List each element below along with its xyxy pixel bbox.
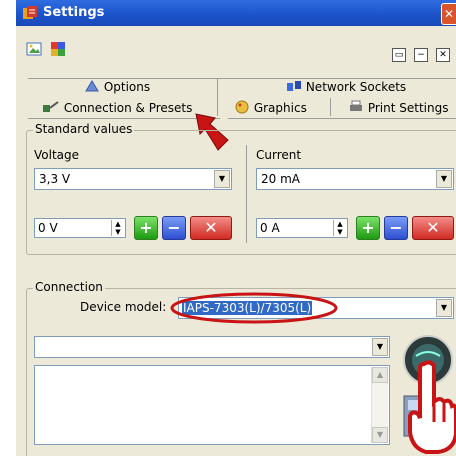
voltage-combo-value: 3,3 V [39,172,71,186]
image-icon[interactable] [26,41,42,57]
log-scrollbar[interactable]: ▲ ▼ [371,367,388,443]
close-pane-icon[interactable]: ✕ [436,48,450,62]
add-current-button[interactable]: + [356,216,380,240]
chevron-down-icon[interactable]: ▼ [372,338,388,356]
connection-label: Connection [33,280,105,294]
options-icon [85,80,99,92]
tab-connection-presets[interactable]: Connection & Presets [42,100,192,115]
voltage-label: Voltage [34,148,80,162]
chevron-down-icon[interactable]: ▼ [436,299,452,317]
current-combo[interactable]: 20 mA ▼ [256,168,454,190]
chevron-down-icon[interactable]: ▼ [214,170,230,188]
settings-window: Settings ✕ ▭ − ✕ Options Network Sockets… [16,0,456,456]
spinner-arrows-icon[interactable]: ▲ ▼ [333,220,346,236]
delete-voltage-button[interactable]: ✕ [190,216,232,240]
tab-print-settings[interactable]: Print Settings [348,100,448,115]
toolbar: ▭ − ✕ [16,38,456,62]
group-divider [246,145,247,243]
voltage-combo[interactable]: 3,3 V ▼ [34,168,232,190]
tab-divider [228,118,456,119]
title-bar[interactable]: Settings ✕ [16,0,456,26]
tab-network-sockets-label: Network Sockets [305,80,407,94]
spinner-arrows-icon[interactable]: ▲ ▼ [111,220,124,236]
current-preset-value: 0 A [260,221,280,235]
scroll-down-icon[interactable]: ▼ [372,427,388,443]
add-voltage-button[interactable]: + [134,216,158,240]
tab-network-sockets[interactable]: Network Sockets [286,79,406,94]
close-button[interactable]: ✕ [441,3,456,25]
chevron-down-icon[interactable]: ▼ [436,170,452,188]
window-title: Settings [43,5,105,20]
remove-voltage-button[interactable]: − [162,216,186,240]
annotation-ellipse [170,292,338,324]
tab-connection-presets-label: Connection & Presets [63,101,193,115]
remove-current-button[interactable]: − [384,216,408,240]
print-icon [350,100,362,111]
hand-pointer-icon [408,360,456,454]
delete-current-button[interactable]: ✕ [412,216,454,240]
standard-values-label: Standard values [33,122,135,136]
tab-options[interactable]: Options [84,79,150,94]
scroll-up-icon[interactable]: ▲ [372,367,388,383]
voltage-preset-value: 0 V [38,221,58,235]
tab-graphics-label: Graphics [253,101,307,115]
connection-secondary-combo[interactable]: ▼ [34,336,390,358]
device-model-label: Device model: [80,300,167,314]
tab-options-label: Options [103,80,151,94]
tab-separator [330,98,331,116]
connection-log-area[interactable]: ▲ ▼ [34,365,390,445]
tile-icon[interactable]: ▭ [392,48,406,62]
network-sockets-icon [287,81,301,91]
current-label: Current [256,148,302,162]
current-preset-spinner[interactable]: 0 A ▲ ▼ [256,218,348,238]
palette-icon[interactable] [50,41,66,57]
current-combo-value: 20 mA [261,172,300,186]
connection-icon [43,101,59,112]
settings-app-icon [23,6,37,19]
minimize-icon[interactable]: − [414,48,428,62]
voltage-preset-spinner[interactable]: 0 V ▲ ▼ [34,218,126,238]
tab-graphics[interactable]: Graphics [234,100,307,115]
tab-print-settings-label: Print Settings [367,101,449,115]
